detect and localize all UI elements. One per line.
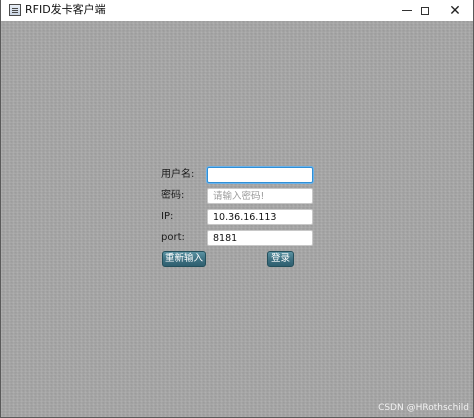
title-bar[interactable]: RFID发卡客户端 ✕ xyxy=(1,0,473,22)
password-input[interactable] xyxy=(207,188,313,204)
username-input[interactable] xyxy=(207,167,313,183)
reset-button[interactable]: 重新输入 xyxy=(162,251,206,267)
app-window: RFID发卡客户端 ✕ 用户名: 密码: IP: port: 重新输入 登录 C… xyxy=(0,0,474,418)
ip-label: IP: xyxy=(161,211,174,222)
watermark-text: CSDN @HRothschild xyxy=(378,403,469,413)
port-input[interactable] xyxy=(207,230,313,246)
login-panel: 用户名: 密码: IP: port: 重新输入 登录 CSDN @HRothsc… xyxy=(1,21,473,417)
password-label: 密码: xyxy=(161,190,185,201)
close-icon: ✕ xyxy=(449,2,461,19)
maximize-button[interactable] xyxy=(408,0,442,21)
ip-input[interactable] xyxy=(207,209,313,225)
login-button[interactable]: 登录 xyxy=(267,251,294,267)
port-label: port: xyxy=(161,232,185,243)
app-window-icon xyxy=(9,4,21,16)
close-button[interactable]: ✕ xyxy=(438,0,472,21)
maximize-icon xyxy=(421,6,429,15)
username-label: 用户名: xyxy=(161,169,195,180)
window-title: RFID发卡客户端 xyxy=(25,3,106,16)
